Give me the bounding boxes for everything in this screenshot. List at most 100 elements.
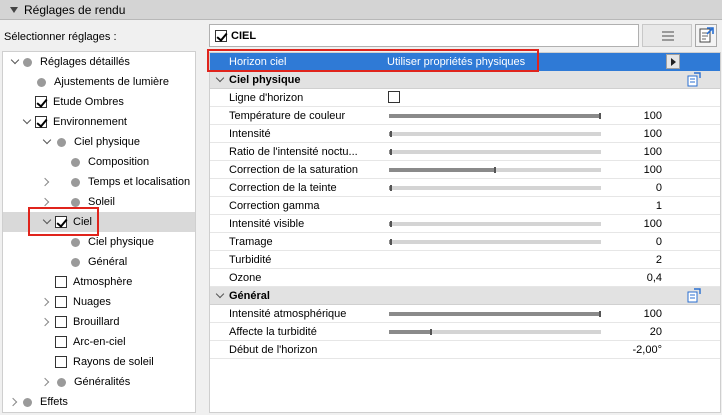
property-value[interactable]: 1 bbox=[656, 200, 662, 212]
property-name: Tramage bbox=[229, 236, 273, 248]
property-row[interactable]: Intensité 100 bbox=[210, 125, 720, 143]
property-value[interactable]: 100 bbox=[644, 308, 662, 320]
tree-item[interactable]: Rayons de soleil bbox=[3, 352, 195, 372]
list-icon bbox=[662, 31, 674, 42]
tree-item[interactable]: Brouillard bbox=[3, 312, 195, 332]
property-slider[interactable] bbox=[389, 113, 601, 119]
property-slider[interactable] bbox=[389, 221, 601, 227]
dot-icon bbox=[71, 238, 80, 247]
property-row[interactable]: Correction gamma 1 bbox=[210, 197, 720, 215]
property-row[interactable]: Début de l'horizon -2,00° bbox=[210, 341, 720, 359]
properties-grid[interactable]: Horizon ciel Utiliser propriétés physiqu… bbox=[209, 52, 721, 413]
tree-item[interactable]: Réglages détaillés bbox=[3, 52, 195, 72]
tree-item[interactable]: Ciel physique bbox=[3, 132, 195, 152]
property-value[interactable]: 0 bbox=[656, 182, 662, 194]
property-slider[interactable] bbox=[389, 239, 601, 245]
dot-icon bbox=[71, 178, 80, 187]
tree-checkbox[interactable] bbox=[55, 296, 67, 308]
property-name: Ozone bbox=[229, 272, 262, 284]
tree-item[interactable]: Effets bbox=[3, 392, 195, 412]
tree-checkbox[interactable] bbox=[55, 336, 67, 348]
tree-item[interactable]: Composition bbox=[3, 152, 195, 172]
tree-item-label: Ajustements de lumière bbox=[54, 76, 169, 88]
tree-item[interactable]: Atmosphère bbox=[3, 272, 195, 292]
tree-item[interactable]: Généralités bbox=[3, 372, 195, 392]
property-name: Affecte la turbidité bbox=[229, 326, 317, 338]
tree-item[interactable]: Ajustements de lumière bbox=[3, 72, 195, 92]
ciel-header-checkbox[interactable] bbox=[215, 29, 227, 42]
section-export-icon[interactable] bbox=[687, 288, 701, 303]
property-slider[interactable] bbox=[389, 185, 601, 191]
tree-checkbox[interactable] bbox=[35, 96, 47, 108]
section-header[interactable]: Ciel physique bbox=[210, 71, 720, 89]
chevron-down-icon[interactable] bbox=[22, 115, 32, 125]
property-value[interactable]: 2 bbox=[656, 254, 662, 266]
section-export-icon[interactable] bbox=[687, 72, 701, 87]
property-value[interactable]: 100 bbox=[644, 146, 662, 158]
property-slider[interactable] bbox=[389, 311, 601, 317]
panel-titlebar[interactable]: Réglages de rendu bbox=[0, 0, 722, 20]
property-row[interactable]: Ozone 0,4 bbox=[210, 269, 720, 287]
property-row[interactable]: Tramage 0 bbox=[210, 233, 720, 251]
tree-item[interactable]: Général bbox=[3, 252, 195, 272]
property-value[interactable]: 100 bbox=[644, 110, 662, 122]
property-value[interactable]: 0 bbox=[656, 236, 662, 248]
property-row[interactable]: Turbidité 2 bbox=[210, 251, 720, 269]
tree-checkbox[interactable] bbox=[55, 316, 67, 328]
property-slider[interactable] bbox=[389, 329, 601, 335]
property-value[interactable]: 20 bbox=[650, 326, 662, 338]
property-row[interactable]: Affecte la turbidité 20 bbox=[210, 323, 720, 341]
chevron-down-icon[interactable] bbox=[42, 135, 52, 145]
property-value[interactable]: 100 bbox=[644, 218, 662, 230]
property-value[interactable]: 100 bbox=[644, 164, 662, 176]
chevron-right-icon[interactable] bbox=[40, 377, 50, 387]
chevron-down-icon[interactable] bbox=[215, 289, 225, 299]
property-value[interactable]: -2,00° bbox=[633, 344, 662, 356]
property-checkbox[interactable] bbox=[388, 91, 400, 103]
expand-arrow-button[interactable] bbox=[666, 54, 680, 69]
chevron-right-icon[interactable] bbox=[40, 297, 50, 307]
property-row[interactable]: Ligne d'horizon bbox=[210, 89, 720, 107]
property-row[interactable]: Ratio de l'intensité noctu... 100 bbox=[210, 143, 720, 161]
chevron-right-icon[interactable] bbox=[40, 197, 50, 207]
property-name: Intensité visible bbox=[229, 218, 305, 230]
collapse-triangle-icon[interactable] bbox=[10, 6, 18, 13]
tree-item-label: Ciel physique bbox=[88, 236, 155, 248]
chevron-down-icon[interactable] bbox=[215, 73, 225, 83]
chevron-right-icon[interactable] bbox=[8, 397, 18, 407]
property-row[interactable]: Intensité atmosphérique 100 bbox=[210, 305, 720, 323]
chevron-right-icon[interactable] bbox=[40, 177, 50, 187]
tree-item[interactable]: Temps et localisation bbox=[3, 172, 195, 192]
chevron-down-icon[interactable] bbox=[10, 55, 20, 65]
tree-item[interactable]: Arc-en-ciel bbox=[3, 332, 195, 352]
dot-icon bbox=[71, 158, 80, 167]
select-settings-label: Sélectionner réglages : bbox=[4, 31, 117, 43]
chevron-right-icon[interactable] bbox=[40, 317, 50, 327]
dot-icon bbox=[23, 398, 32, 407]
property-slider[interactable] bbox=[389, 149, 601, 155]
tree-item-label: Brouillard bbox=[73, 316, 120, 328]
property-row[interactable]: Correction de la teinte 0 bbox=[210, 179, 720, 197]
property-row[interactable]: Température de couleur 100 bbox=[210, 107, 720, 125]
export-settings-button[interactable] bbox=[695, 24, 717, 47]
tree-item[interactable]: Nuages bbox=[3, 292, 195, 312]
tree-item[interactable]: Etude Ombres bbox=[3, 92, 195, 112]
property-name: Correction gamma bbox=[229, 200, 320, 212]
property-value[interactable]: 100 bbox=[644, 128, 662, 140]
property-name: Ratio de l'intensité noctu... bbox=[229, 146, 358, 158]
tree-checkbox[interactable] bbox=[55, 276, 67, 288]
tree-checkbox[interactable] bbox=[55, 356, 67, 368]
section-header[interactable]: Général bbox=[210, 287, 720, 305]
property-slider[interactable] bbox=[389, 167, 601, 173]
property-name: Ligne d'horizon bbox=[229, 92, 304, 104]
list-view-button[interactable] bbox=[642, 24, 692, 47]
property-value[interactable]: 0,4 bbox=[647, 272, 662, 284]
property-row[interactable]: Intensité visible 100 bbox=[210, 215, 720, 233]
tree-item-label: Général bbox=[88, 256, 128, 268]
tree-item[interactable]: Environnement bbox=[3, 112, 195, 132]
tree-checkbox[interactable] bbox=[35, 116, 47, 128]
dot-icon bbox=[37, 78, 46, 87]
property-slider[interactable] bbox=[389, 131, 601, 137]
tree-item-label: Atmosphère bbox=[73, 276, 133, 288]
property-row[interactable]: Correction de la saturation 100 bbox=[210, 161, 720, 179]
